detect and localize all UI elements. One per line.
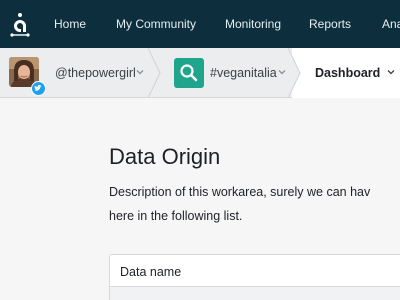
breadcrumb-separator	[148, 48, 161, 98]
nav-item-reports[interactable]: Reports	[309, 16, 351, 32]
topic-selector-label[interactable]: #veganitalia	[210, 65, 277, 81]
top-navigation-bar: Home My Community Monitoring Reports Ana	[0, 0, 400, 48]
nav-item-my-community[interactable]: My Community	[116, 16, 196, 32]
description-line: here in the following list.	[109, 209, 243, 223]
context-bar: @thepowergirl #veganitalia Dashboard	[0, 48, 400, 98]
nav-item-analytics[interactable]: Ana	[382, 16, 400, 32]
app-logo-icon[interactable]	[8, 12, 32, 38]
column-header-data-name[interactable]: Data name	[120, 264, 181, 280]
twitter-icon	[31, 81, 46, 96]
breadcrumb-separator	[288, 48, 301, 98]
nav-item-home[interactable]: Home	[54, 16, 86, 32]
chevron-down-icon[interactable]	[135, 67, 145, 77]
account-selector-label[interactable]: @thepowergirl	[55, 65, 136, 81]
page-title: Data Origin	[109, 144, 221, 169]
view-selector-label[interactable]: Dashboard	[315, 65, 380, 81]
nav-item-monitoring[interactable]: Monitoring	[225, 16, 281, 32]
data-table: Data name	[109, 254, 400, 300]
chevron-down-icon[interactable]	[277, 67, 287, 77]
table-row[interactable]	[110, 286, 400, 300]
search-icon[interactable]	[174, 58, 204, 88]
chevron-down-icon[interactable]	[386, 67, 396, 77]
description-line: Description of this workarea, surely we …	[109, 185, 371, 199]
page-description: Description of this workarea, surely we …	[109, 180, 400, 228]
